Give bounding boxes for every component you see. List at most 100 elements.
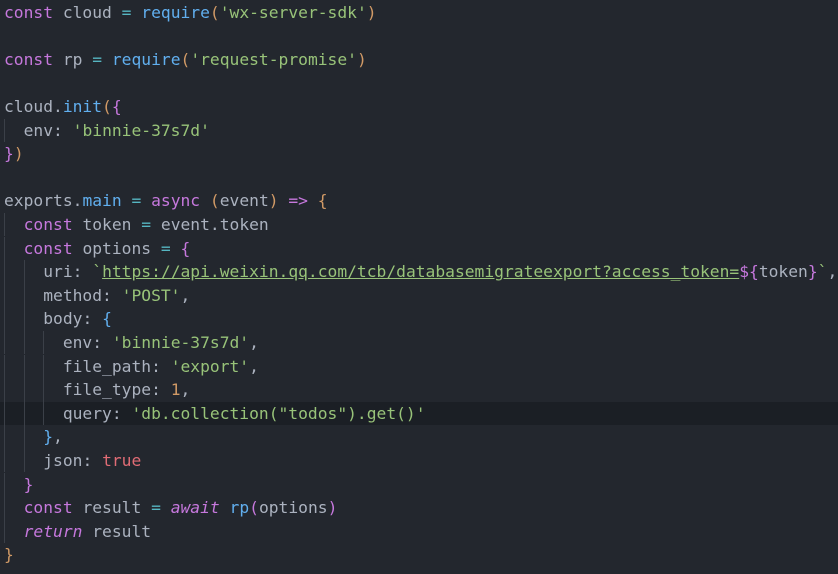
code-text: method: 'POST',: [4, 284, 190, 308]
code-line[interactable]: [0, 71, 838, 95]
code-line[interactable]: const options = {: [0, 236, 838, 261]
code-line[interactable]: const rp = require('request-promise'): [0, 48, 838, 72]
code-line[interactable]: file_path: 'export',: [0, 354, 838, 379]
code-line[interactable]: },: [0, 425, 838, 449]
code-token: options: [258, 498, 328, 518]
code-line[interactable]: }: [0, 472, 838, 497]
code-token: :: [53, 120, 63, 140]
code-text: uri: `https://api.weixin.qq.com/tcb/data…: [4, 260, 837, 284]
code-token: =: [92, 49, 103, 69]
code-token: {: [102, 309, 112, 329]
code-token: result: [92, 521, 152, 541]
code-line[interactable]: env: 'binnie-37s7d': [0, 118, 838, 143]
code-token: return: [23, 521, 83, 541]
code-token: result: [82, 498, 142, 518]
code-token: ,: [249, 332, 259, 352]
code-token: =: [121, 2, 132, 22]
code-line[interactable]: const token = event.token: [0, 212, 838, 237]
code-token: rp: [62, 49, 83, 69]
code-line[interactable]: uri: `https://api.weixin.qq.com/tcb/data…: [0, 260, 838, 284]
code-line[interactable]: const cloud = require('wx-server-sdk'): [0, 1, 838, 25]
code-token: true: [102, 450, 142, 470]
code-line[interactable]: body: {: [0, 307, 838, 331]
code-token: rp: [229, 498, 250, 518]
code-token: json: [43, 450, 83, 470]
code-token: :: [72, 262, 83, 282]
code-token: :: [151, 356, 161, 376]
code-line[interactable]: file_type: 1,: [0, 378, 838, 402]
code-token: body: [43, 309, 83, 329]
code-token: 'request-promise': [190, 49, 357, 69]
code-line[interactable]: env: 'binnie-37s7d',: [0, 330, 838, 355]
code-token: options: [82, 238, 152, 258]
code-line[interactable]: [0, 24, 838, 48]
code-line[interactable]: method: 'POST',: [0, 283, 838, 308]
code-text: const options = {: [4, 237, 191, 261]
code-token: }: [43, 427, 54, 447]
code-line[interactable]: exports.main = async (event) => {: [0, 189, 838, 213]
code-token: {: [317, 191, 328, 211]
code-token: }: [4, 545, 14, 565]
code-token: main: [82, 191, 122, 211]
code-line[interactable]: query: 'db.collection("todos").get()': [0, 401, 838, 426]
code-token: .: [72, 191, 83, 211]
code-token: ): [356, 49, 367, 69]
code-token: 'wx-server-sdk': [219, 2, 367, 22]
code-token: }: [4, 144, 14, 164]
code-token: ): [327, 498, 338, 518]
code-line[interactable]: const result = await rp(options): [0, 496, 838, 520]
code-token: =>: [288, 191, 308, 211]
code-token: const: [23, 238, 73, 258]
code-token: 1: [170, 380, 181, 400]
code-line[interactable]: json: true: [0, 448, 838, 473]
code-token: (: [249, 498, 259, 518]
code-token: {: [180, 238, 191, 258]
code-text: return result: [4, 520, 151, 544]
code-line[interactable]: return result: [0, 519, 838, 544]
code-token: :: [92, 332, 103, 352]
code-token: token: [758, 262, 808, 282]
code-line[interactable]: [0, 166, 838, 190]
code-token: :: [102, 285, 112, 305]
code-line[interactable]: }): [0, 142, 838, 166]
code-token: const: [23, 498, 73, 518]
code-line[interactable]: cloud.init({: [0, 95, 838, 119]
code-token: method: [43, 285, 103, 305]
code-token: token: [219, 214, 269, 234]
code-token: ,: [180, 380, 191, 400]
code-token: }: [23, 474, 34, 494]
code-text: json: true: [4, 449, 141, 473]
code-token: ,: [180, 285, 191, 305]
code-text: file_path: 'export',: [4, 355, 259, 379]
code-token: 'binnie-37s7d': [111, 332, 250, 352]
code-text: const cloud = require('wx-server-sdk'): [4, 1, 377, 25]
code-text: }: [4, 473, 34, 497]
code-token: :: [82, 450, 93, 470]
code-editor[interactable]: const cloud = require('wx-server-sdk') co…: [0, 0, 838, 574]
code-token: :: [151, 380, 161, 400]
code-token: ${: [739, 262, 759, 282]
code-token: async: [151, 191, 201, 211]
code-line[interactable]: }: [0, 543, 838, 567]
code-token: ): [13, 144, 24, 164]
